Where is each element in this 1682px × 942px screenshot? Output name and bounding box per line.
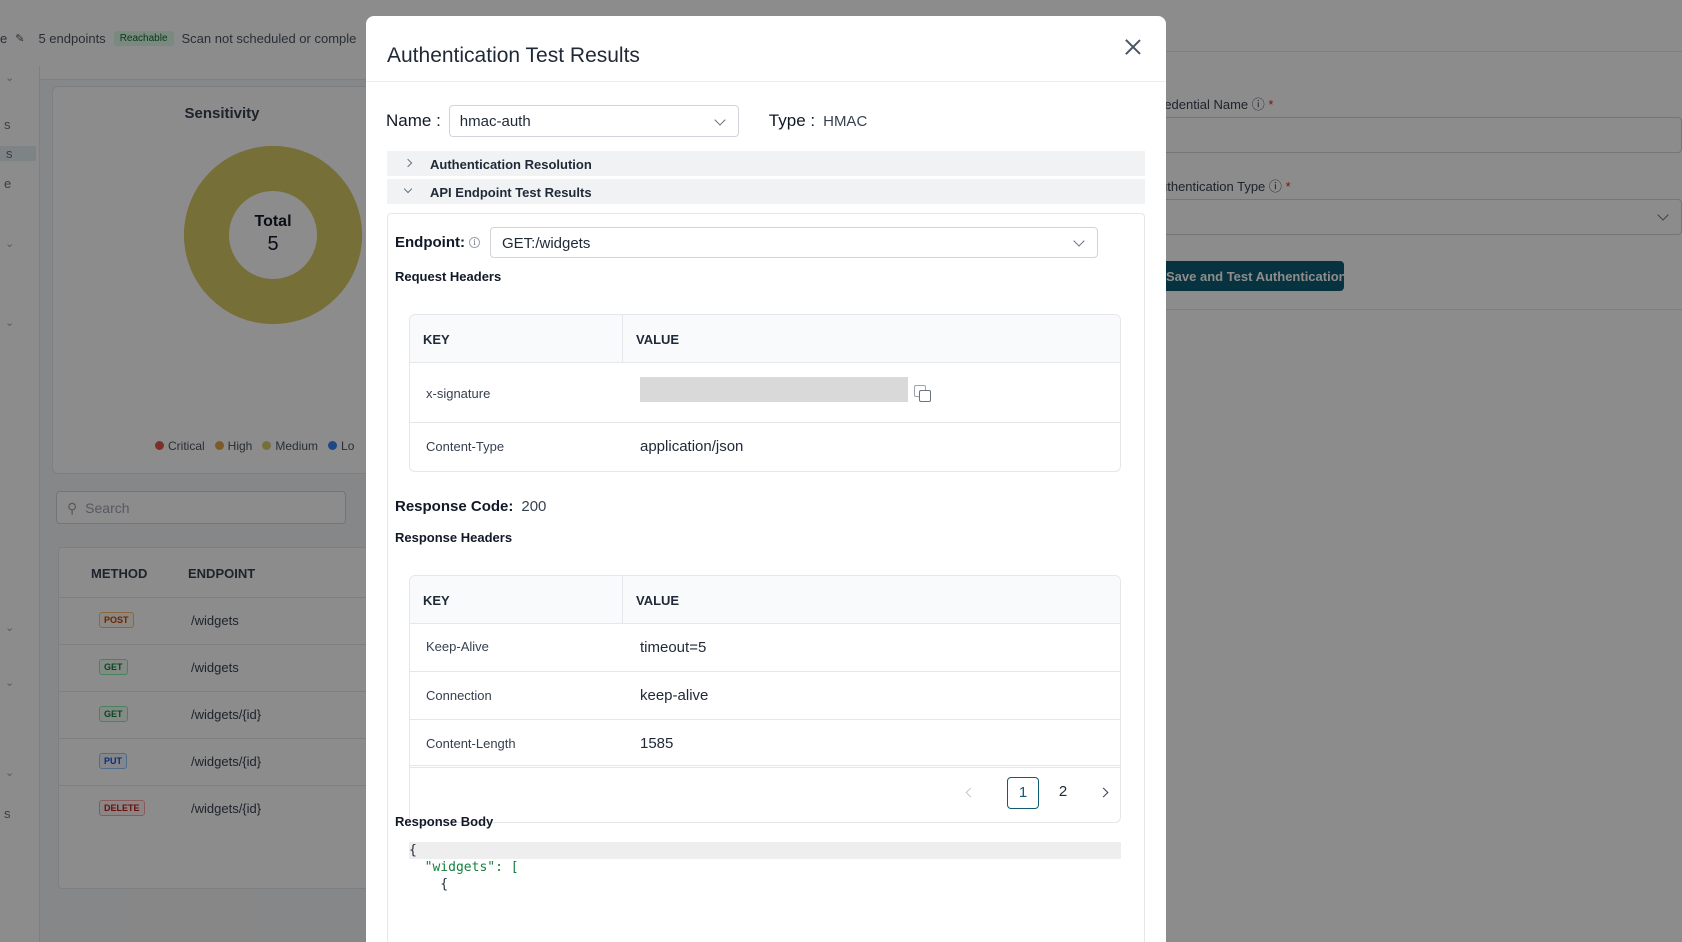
header-key: Content-Type	[426, 439, 505, 454]
response-code-value: 200	[521, 498, 547, 515]
response-body-code: { "widgets": [ {	[409, 842, 1121, 893]
masked-value	[640, 377, 908, 402]
type-value: HMAC	[823, 112, 868, 130]
endpoint-select-value: GET:/widgets	[501, 235, 591, 252]
modal-header: Authentication Test Results	[366, 16, 1166, 82]
accordion-label: API Endpoint Test Results	[430, 185, 592, 200]
accordion-auth-resolution[interactable]: Authentication Resolution	[387, 151, 1145, 176]
table-row: Content-Type application/json	[410, 423, 1120, 471]
chevron-down-icon	[714, 114, 726, 126]
code-line: {	[409, 877, 449, 892]
endpoint-row: Endpoint: i GET:/widgets	[395, 227, 1098, 258]
endpoint-results-panel: Endpoint: i GET:/widgets Request Headers…	[387, 213, 1145, 942]
header-key: x-signature	[426, 386, 491, 401]
response-code: Response Code: 200	[395, 498, 546, 515]
table-row: Content-Length 1585	[410, 720, 1120, 768]
response-headers-table: KEY VALUE Keep-Alive timeout=5 Connectio…	[409, 575, 1121, 823]
header-value: timeout=5	[640, 639, 707, 656]
table-row: x-signature	[410, 363, 1120, 423]
table-header: KEY VALUE	[410, 576, 1120, 624]
chevron-right-icon[interactable]	[1098, 787, 1109, 798]
header-value: application/json	[640, 438, 744, 455]
modal-title: Authentication Test Results	[387, 44, 640, 67]
type-label: Type :	[768, 111, 816, 130]
column-header-key: KEY	[423, 593, 450, 608]
header-value: 1585	[640, 735, 674, 752]
page-button-2[interactable]: 2	[1047, 777, 1079, 809]
info-icon[interactable]: i	[468, 237, 480, 248]
response-body-title: Response Body	[395, 814, 494, 829]
chevron-right-icon	[403, 158, 413, 168]
accordion-label: Authentication Resolution	[430, 157, 592, 172]
accordion-endpoint-results[interactable]: API Endpoint Test Results	[387, 179, 1145, 204]
endpoint-label: Endpoint:	[395, 234, 465, 251]
code-line: "widgets": [	[409, 860, 519, 875]
column-header-key: KEY	[423, 332, 450, 347]
header-key: Content-Length	[426, 736, 516, 751]
chevron-left-icon[interactable]	[965, 787, 976, 798]
name-type-row: Name : hmac-auth Type : HMAC	[386, 105, 867, 137]
response-code-label: Response Code:	[395, 498, 514, 515]
column-header-value: VALUE	[636, 593, 680, 608]
table-row: Connection keep-alive	[410, 672, 1120, 720]
name-label: Name :	[386, 111, 441, 130]
chevron-down-icon	[403, 184, 413, 194]
pagination: 1 2	[410, 765, 1120, 822]
column-header-value: VALUE	[636, 332, 680, 347]
request-headers-title: Request Headers	[395, 269, 502, 284]
endpoint-select[interactable]: GET:/widgets	[489, 227, 1098, 258]
header-value: keep-alive	[640, 687, 709, 704]
response-headers-title: Response Headers	[395, 530, 513, 545]
name-select[interactable]: hmac-auth	[448, 105, 739, 137]
request-headers-table: KEY VALUE x-signature Content-Type appli…	[409, 314, 1121, 472]
type-field: Type : HMAC	[769, 111, 867, 131]
header-key: Connection	[426, 688, 492, 703]
chevron-down-icon	[1073, 235, 1085, 247]
copy-icon[interactable]	[914, 385, 931, 402]
table-header: KEY VALUE	[410, 315, 1120, 363]
code-line: {	[409, 842, 1121, 859]
auth-test-results-modal: Authentication Test Results Name : hmac-…	[366, 16, 1166, 942]
header-key: Keep-Alive	[426, 639, 489, 654]
page-button-1[interactable]: 1	[1007, 777, 1039, 809]
table-row: Keep-Alive timeout=5	[410, 624, 1120, 672]
close-icon[interactable]	[1122, 36, 1144, 58]
name-select-value: hmac-auth	[459, 113, 531, 130]
